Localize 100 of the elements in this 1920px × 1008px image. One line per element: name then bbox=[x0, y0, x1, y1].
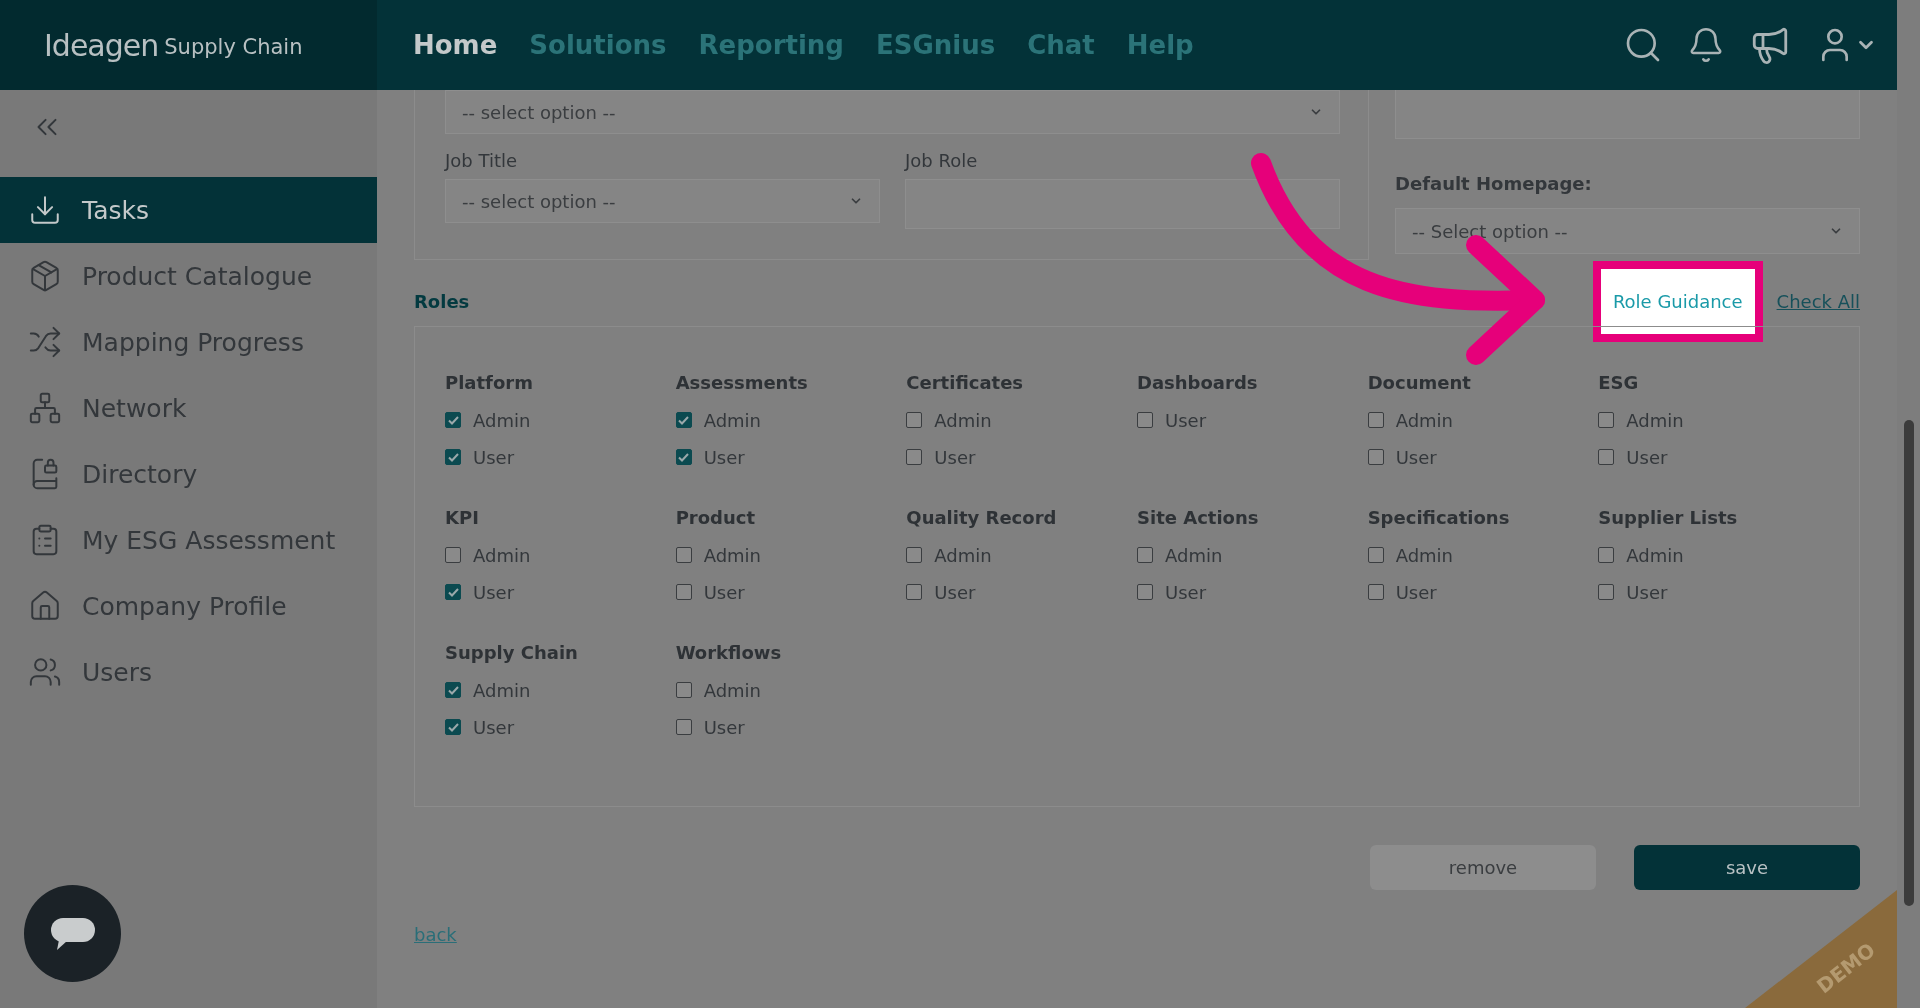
users-icon bbox=[28, 655, 62, 689]
nav-link[interactable]: Help bbox=[1126, 30, 1194, 60]
select-field[interactable]: -- select option -- bbox=[445, 90, 1340, 134]
role-guidance-link[interactable]: Role Guidance bbox=[1592, 260, 1763, 342]
checkbox[interactable] bbox=[675, 682, 692, 698]
nav-link[interactable]: Chat bbox=[1027, 30, 1095, 60]
group-heading: KPI bbox=[445, 506, 480, 530]
checkbox[interactable] bbox=[906, 584, 923, 600]
select-field[interactable]: -- Select option -- bbox=[1395, 208, 1860, 254]
group-heading: Dashboards bbox=[1137, 371, 1259, 395]
group-heading: Site Actions bbox=[1137, 506, 1260, 530]
checkbox[interactable] bbox=[1367, 547, 1384, 563]
checkbox-label: Admin bbox=[473, 544, 531, 566]
group-heading: Quality Record bbox=[906, 506, 1058, 530]
checkbox-label: User bbox=[1395, 581, 1437, 603]
section-title: Roles bbox=[414, 290, 470, 312]
checkbox[interactable] bbox=[906, 547, 923, 563]
checkbox-label: Admin bbox=[703, 679, 762, 701]
checkbox[interactable] bbox=[906, 449, 923, 465]
sidebar-item[interactable]: Users bbox=[0, 639, 377, 705]
input-field[interactable] bbox=[1395, 90, 1860, 139]
checkbox-label: User bbox=[1165, 581, 1207, 603]
checkbox[interactable] bbox=[445, 584, 461, 600]
group-heading: Platform bbox=[445, 371, 534, 395]
field-label: Job Title bbox=[445, 150, 519, 171]
sidebar-item[interactable]: Network bbox=[0, 375, 377, 441]
checkbox[interactable] bbox=[445, 682, 461, 698]
checkbox-label: Admin bbox=[473, 409, 531, 431]
group-heading: Certificates bbox=[906, 371, 1025, 395]
checkbox[interactable] bbox=[445, 719, 461, 735]
checkbox-label: Admin bbox=[703, 409, 762, 431]
download-icon bbox=[28, 193, 62, 227]
checkbox[interactable] bbox=[1137, 584, 1153, 600]
sidebar-item[interactable]: Tasks bbox=[0, 177, 377, 243]
checkbox[interactable] bbox=[1137, 412, 1153, 428]
checkbox[interactable] bbox=[675, 449, 692, 465]
checkbox-label: User bbox=[934, 446, 976, 468]
save-button[interactable]: save bbox=[1634, 845, 1860, 890]
checkbox[interactable] bbox=[445, 449, 461, 465]
checkbox[interactable] bbox=[1598, 449, 1615, 465]
sidebar-item[interactable]: Directory bbox=[0, 441, 377, 507]
network-icon bbox=[28, 391, 62, 425]
checkbox-label: User bbox=[703, 716, 745, 738]
checkbox-label: User bbox=[473, 581, 515, 603]
group-heading: Supplier Lists bbox=[1598, 506, 1739, 530]
field-label: Job Role bbox=[905, 150, 979, 171]
checkbox[interactable] bbox=[675, 547, 692, 563]
checkbox-label: Admin bbox=[934, 544, 992, 566]
house-icon bbox=[28, 589, 62, 623]
checkbox-label: User bbox=[1626, 446, 1668, 468]
select-field[interactable]: -- select option -- bbox=[445, 179, 880, 223]
remove-button[interactable]: remove bbox=[1370, 845, 1596, 890]
sidebar-item[interactable]: Mapping Progress bbox=[0, 309, 377, 375]
checkbox-label: User bbox=[1626, 581, 1668, 603]
checkbox[interactable] bbox=[1137, 547, 1153, 563]
checkbox[interactable] bbox=[1367, 449, 1384, 465]
nav-link[interactable]: ESGnius bbox=[876, 30, 996, 60]
checkbox-label: Admin bbox=[703, 544, 762, 566]
checkbox[interactable] bbox=[1367, 412, 1384, 428]
checkbox[interactable] bbox=[675, 412, 692, 428]
group-heading: Workflows bbox=[675, 641, 783, 665]
logo-brand: Ideagen bbox=[44, 27, 159, 63]
checkbox-label: User bbox=[1395, 446, 1437, 468]
checkbox[interactable] bbox=[1598, 412, 1615, 428]
group-heading: Document bbox=[1367, 371, 1472, 395]
back-link[interactable]: back bbox=[414, 924, 457, 945]
chat-bubble-icon bbox=[48, 915, 97, 952]
scrollbar-thumb[interactable] bbox=[1903, 420, 1914, 906]
nav-link[interactable]: Home bbox=[413, 30, 498, 60]
checkbox-label: User bbox=[934, 581, 976, 603]
checkbox-label: Admin bbox=[934, 409, 992, 431]
group-heading: ESG bbox=[1598, 371, 1640, 395]
checkbox-label: User bbox=[1165, 409, 1207, 431]
nav-link[interactable]: Reporting bbox=[698, 30, 844, 60]
logo-product: Supply Chain bbox=[164, 35, 303, 59]
sidebar-item[interactable]: Product Catalogue bbox=[0, 243, 377, 309]
checkbox-label: User bbox=[703, 446, 745, 468]
checkbox-label: User bbox=[703, 581, 745, 603]
sidebar-item[interactable]: Company Profile bbox=[0, 573, 377, 639]
checkbox[interactable] bbox=[906, 412, 923, 428]
group-heading: Assessments bbox=[675, 371, 809, 395]
group-heading: Product bbox=[675, 506, 757, 530]
checkbox[interactable] bbox=[1598, 547, 1615, 563]
check-all-link[interactable]: Check All bbox=[1776, 290, 1860, 312]
sidebar-item[interactable]: My ESG Assessment bbox=[0, 507, 377, 573]
group-heading: Specifications bbox=[1367, 506, 1511, 530]
checkbox-label: User bbox=[473, 716, 515, 738]
group-heading: Supply Chain bbox=[445, 641, 579, 665]
checkbox[interactable] bbox=[1598, 584, 1615, 600]
checkbox[interactable] bbox=[445, 412, 461, 428]
checkbox[interactable] bbox=[445, 547, 461, 563]
checkbox[interactable] bbox=[675, 584, 692, 600]
checkbox-label: Admin bbox=[1395, 409, 1454, 431]
input-field[interactable] bbox=[905, 179, 1340, 229]
shuffle-icon bbox=[28, 325, 62, 359]
checkbox[interactable] bbox=[1367, 584, 1384, 600]
checkbox-label: User bbox=[473, 446, 515, 468]
checkbox[interactable] bbox=[675, 719, 692, 735]
nav-link[interactable]: Solutions bbox=[529, 30, 667, 60]
package-icon bbox=[28, 259, 62, 293]
